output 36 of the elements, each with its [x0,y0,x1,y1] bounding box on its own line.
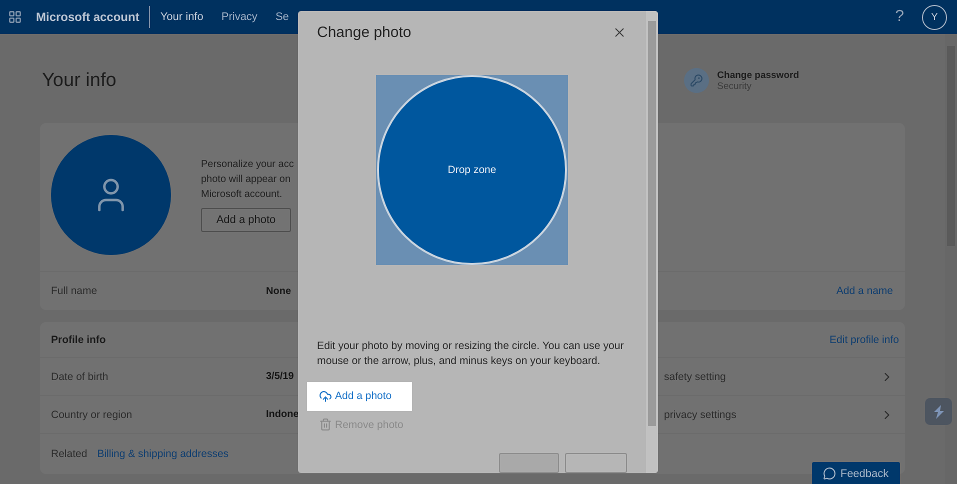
chat-bubble-icon [823,467,836,480]
dialog-button[interactable] [565,453,627,473]
related-label: Related [51,448,88,460]
help-icon[interactable]: ? [895,8,904,26]
add-photo-button[interactable]: Add a photo [307,382,412,410]
key-icon [684,68,710,93]
change-password-link[interactable]: Change password [717,70,799,80]
feedback-button[interactable]: Feedback [812,462,900,484]
nav-link[interactable]: Your info [160,11,204,23]
trash-icon [319,418,332,432]
intro-text: Microsoft account. [201,188,284,202]
brand-name: Microsoft account [36,6,150,28]
card-title: Profile info [51,334,106,346]
field-label: Date of birth [51,370,110,382]
field-value: 3/5/19 [266,371,295,382]
cloud-upload-icon [319,390,332,403]
nav-link[interactable]: Privacy [221,11,258,23]
field-label: Full name [51,285,98,297]
account-avatar[interactable]: Y [922,4,947,30]
add-photo-button[interactable]: Add a photo [201,208,291,232]
drop-zone-label: Drop zone [448,164,496,176]
setting-link[interactable]: safety setting [664,370,880,382]
field-value: Indone [266,409,300,420]
app-launcher-icon[interactable] [8,10,22,24]
lightning-icon[interactable] [925,398,952,425]
instructions-text: Edit your photo by moving or resizing the circle. You can use your mouse or the arrow, plus, and minus keys on your keyboard. [317,339,625,369]
dialog-scrollbar[interactable] [646,11,658,473]
nav-link[interactable]: Se [275,11,289,23]
intro-text: Personalize your acc [201,158,294,172]
dialog-title: Change photo [317,24,412,41]
page-title: Your info [42,70,116,92]
setting-link[interactable]: privacy settings [664,408,880,420]
intro-text: photo will appear on [201,173,292,187]
field-label: Country or region [51,408,134,420]
crop-circle[interactable]: Drop zone [377,75,567,265]
field-value: None [266,286,292,296]
